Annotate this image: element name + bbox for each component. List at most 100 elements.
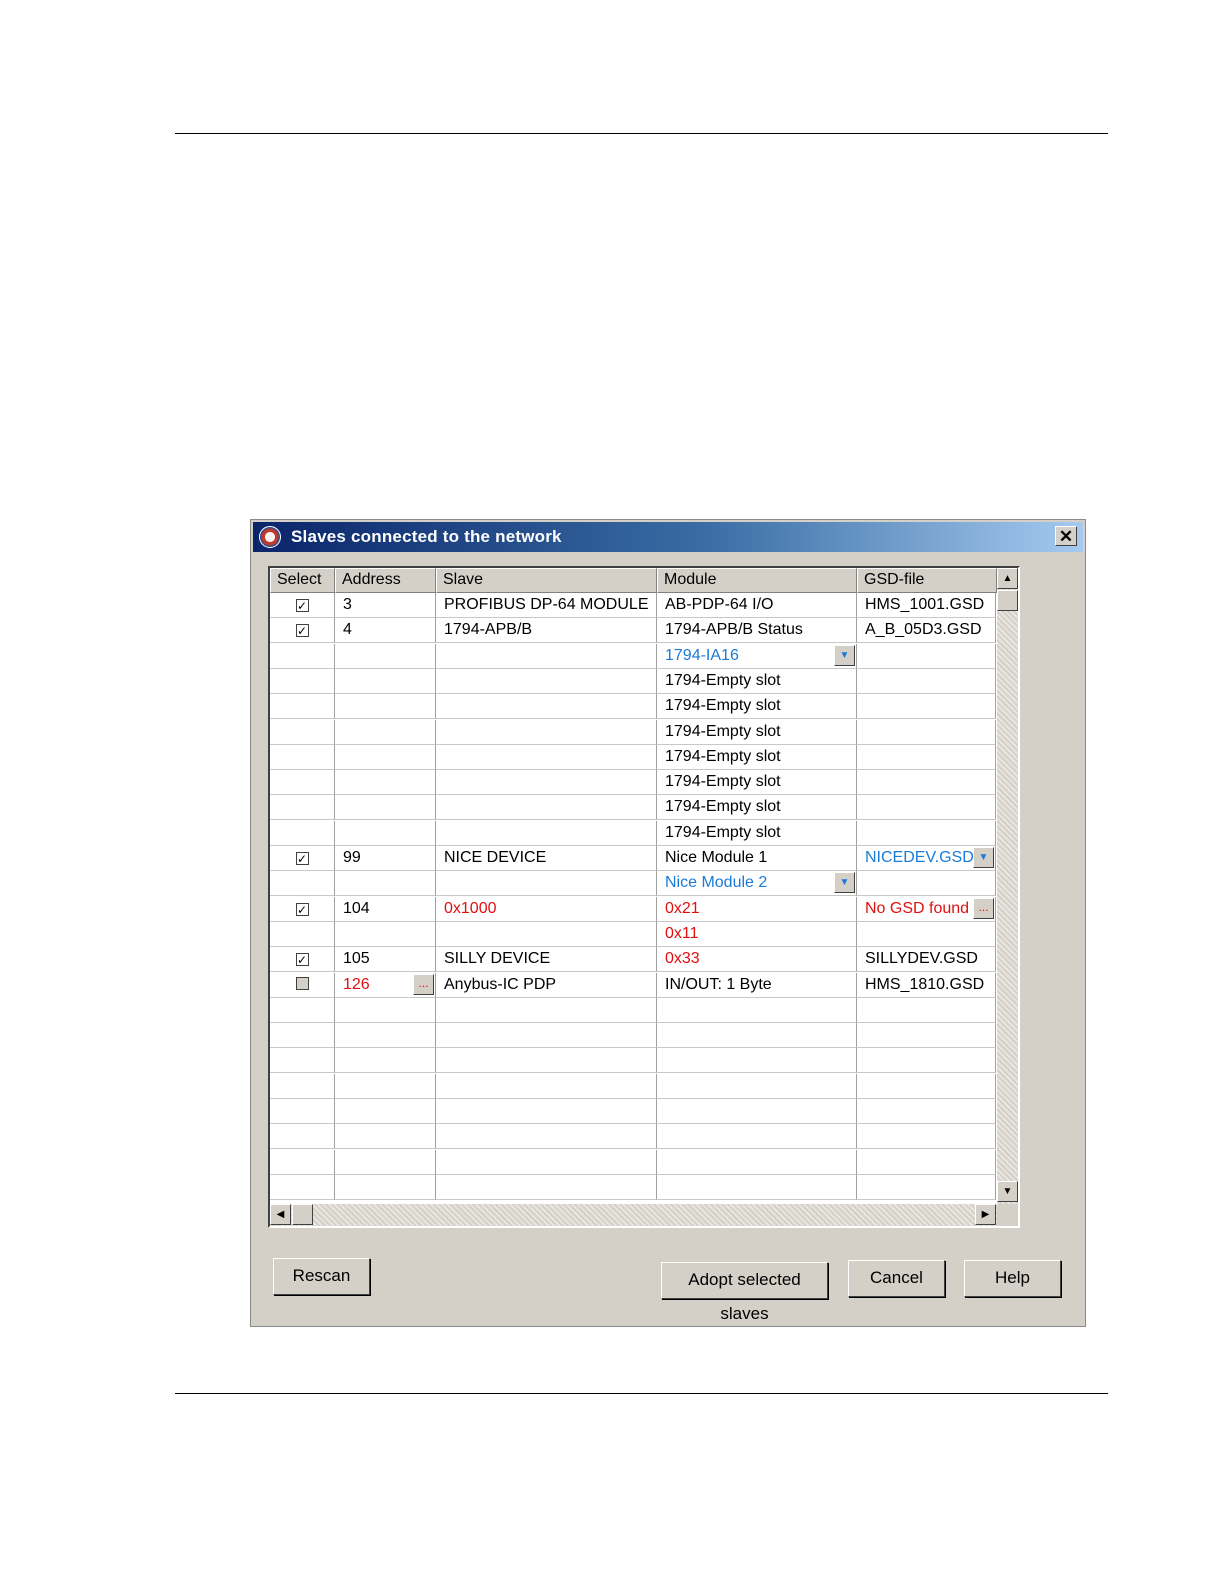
- select-checkbox[interactable]: ✓: [295, 953, 309, 967]
- gsd-file-cell[interactable]: [857, 1124, 996, 1150]
- address-cell[interactable]: [335, 1023, 436, 1049]
- address-cell[interactable]: 99: [335, 846, 436, 871]
- select-checkbox[interactable]: ✓: [295, 852, 309, 865]
- module-cell[interactable]: [657, 997, 857, 1023]
- module-cell[interactable]: [657, 1048, 857, 1074]
- slave-cell[interactable]: [436, 1124, 657, 1150]
- table-row[interactable]: [270, 1124, 996, 1150]
- gsd-file-cell[interactable]: [857, 1023, 996, 1049]
- module-cell[interactable]: 1794-Empty slot: [657, 795, 857, 821]
- table-row[interactable]: [270, 997, 996, 1023]
- address-cell[interactable]: [335, 1174, 436, 1200]
- table-row[interactable]: ✓ 104 0x1000 0x21 No GSD found...: [270, 896, 996, 922]
- address-cell[interactable]: [335, 921, 436, 947]
- slave-cell[interactable]: [436, 1149, 657, 1175]
- address-cell[interactable]: [335, 1149, 436, 1175]
- address-cell[interactable]: [335, 1048, 436, 1074]
- module-cell[interactable]: 1794-APB/B Status: [657, 618, 857, 644]
- module-cell[interactable]: [657, 1073, 857, 1099]
- table-row[interactable]: ✓ 99 NICE DEVICE Nice Module 1 NICEDEV.GSD ▼: [270, 846, 996, 871]
- header-gsd-file[interactable]: GSD-file: [857, 568, 997, 593]
- slave-cell[interactable]: PROFIBUS DP-64 MODULE: [436, 593, 657, 618]
- slave-cell[interactable]: [436, 1073, 657, 1099]
- table-row[interactable]: [270, 1048, 996, 1074]
- slave-cell[interactable]: 0x1000: [436, 896, 657, 922]
- address-cell[interactable]: [335, 744, 436, 770]
- gsd-file-cell[interactable]: [857, 1174, 996, 1200]
- slave-cell[interactable]: [436, 1174, 657, 1200]
- slave-cell[interactable]: SILLY DEVICE: [436, 947, 657, 973]
- table-row[interactable]: [270, 1023, 996, 1049]
- gsd-file-cell[interactable]: HMS_1001.GSD: [857, 593, 996, 618]
- address-cell[interactable]: 4: [335, 618, 436, 644]
- address-cell[interactable]: [335, 820, 436, 846]
- address-cell[interactable]: [335, 694, 436, 720]
- slave-cell[interactable]: [436, 1048, 657, 1074]
- title-bar[interactable]: Slaves connected to the network ✕: [253, 522, 1083, 552]
- table-row[interactable]: 126... Anybus-IC PDP IN/OUT: 1 Byte HMS_181…: [270, 972, 996, 998]
- gsd-file-cell[interactable]: [857, 1048, 996, 1074]
- help-button[interactable]: Help: [964, 1260, 1061, 1297]
- slave-cell[interactable]: [436, 668, 657, 694]
- select-checkbox[interactable]: ✓: [295, 599, 309, 612]
- table-row[interactable]: Nice Module 2 ▼: [270, 871, 996, 897]
- table-row[interactable]: 1794-Empty slot: [270, 744, 996, 770]
- module-cell[interactable]: 1794-Empty slot: [657, 719, 857, 745]
- module-cell[interactable]: 1794-Empty slot: [657, 770, 857, 796]
- module-cell[interactable]: [657, 1149, 857, 1175]
- address-cell[interactable]: [335, 871, 436, 897]
- slave-cell[interactable]: [436, 997, 657, 1023]
- horizontal-scroll-thumb[interactable]: [292, 1204, 313, 1225]
- vertical-scroll-thumb[interactable]: [997, 590, 1018, 611]
- module-cell[interactable]: Nice Module 1: [657, 846, 857, 871]
- address-cell[interactable]: [335, 1099, 436, 1124]
- header-address[interactable]: Address: [335, 568, 436, 593]
- table-row[interactable]: ✓ 4 1794-APB/B 1794-APB/B Status A_B_05D3.GS…: [270, 618, 996, 644]
- dropdown-arrow-icon[interactable]: ▼: [834, 872, 855, 894]
- slave-cell[interactable]: [436, 719, 657, 745]
- table-row[interactable]: [270, 1099, 996, 1124]
- close-button[interactable]: ✕: [1055, 526, 1077, 546]
- slave-cell[interactable]: [436, 871, 657, 897]
- gsd-file-cell[interactable]: [857, 795, 996, 821]
- gsd-file-cell[interactable]: No GSD found...: [857, 896, 996, 922]
- address-cell[interactable]: [335, 643, 436, 669]
- table-row[interactable]: 1794-IA16 ▼: [270, 643, 996, 669]
- gsd-file-cell[interactable]: A_B_05D3.GSD: [857, 618, 996, 644]
- slave-cell[interactable]: NICE DEVICE: [436, 846, 657, 871]
- table-row[interactable]: [270, 1149, 996, 1175]
- select-checkbox[interactable]: ✓: [295, 902, 309, 916]
- module-cell[interactable]: Nice Module 2 ▼: [657, 871, 857, 897]
- table-row[interactable]: 1794-Empty slot: [270, 694, 996, 720]
- table-row[interactable]: 0x11: [270, 921, 996, 947]
- gsd-file-cell[interactable]: [857, 770, 996, 796]
- scroll-right-button[interactable]: ▶: [975, 1204, 996, 1225]
- address-cell[interactable]: [335, 795, 436, 821]
- table-row[interactable]: 1794-Empty slot: [270, 668, 996, 694]
- slave-cell[interactable]: [436, 643, 657, 669]
- gsd-file-cell[interactable]: [857, 719, 996, 745]
- gsd-file-cell[interactable]: [857, 694, 996, 720]
- rescan-button[interactable]: Rescan: [273, 1258, 370, 1295]
- gsd-file-cell[interactable]: [857, 1073, 996, 1099]
- module-cell[interactable]: [657, 1124, 857, 1150]
- gsd-file-cell[interactable]: [857, 921, 996, 947]
- gsd-file-cell[interactable]: [857, 1149, 996, 1175]
- module-cell[interactable]: 0x11: [657, 921, 857, 947]
- scroll-down-button[interactable]: ▼: [997, 1181, 1018, 1202]
- module-cell[interactable]: [657, 1174, 857, 1200]
- dropdown-arrow-icon[interactable]: ▼: [973, 847, 994, 868]
- slave-cell[interactable]: [436, 744, 657, 770]
- header-select[interactable]: Select: [270, 568, 335, 593]
- select-checkbox[interactable]: [295, 976, 309, 990]
- module-cell[interactable]: [657, 1023, 857, 1049]
- browse-button[interactable]: ...: [973, 897, 994, 919]
- table-row[interactable]: ✓ 3 PROFIBUS DP-64 MODULE AB-PDP-64 I/O HMS_…: [270, 593, 996, 618]
- module-cell[interactable]: IN/OUT: 1 Byte: [657, 972, 857, 998]
- gsd-file-cell[interactable]: [857, 997, 996, 1023]
- module-cell[interactable]: [657, 1099, 857, 1124]
- slave-cell[interactable]: [436, 820, 657, 846]
- header-slave[interactable]: Slave: [436, 568, 657, 593]
- horizontal-scrollbar[interactable]: ◀ ▶: [270, 1204, 997, 1226]
- module-cell[interactable]: 0x33: [657, 947, 857, 973]
